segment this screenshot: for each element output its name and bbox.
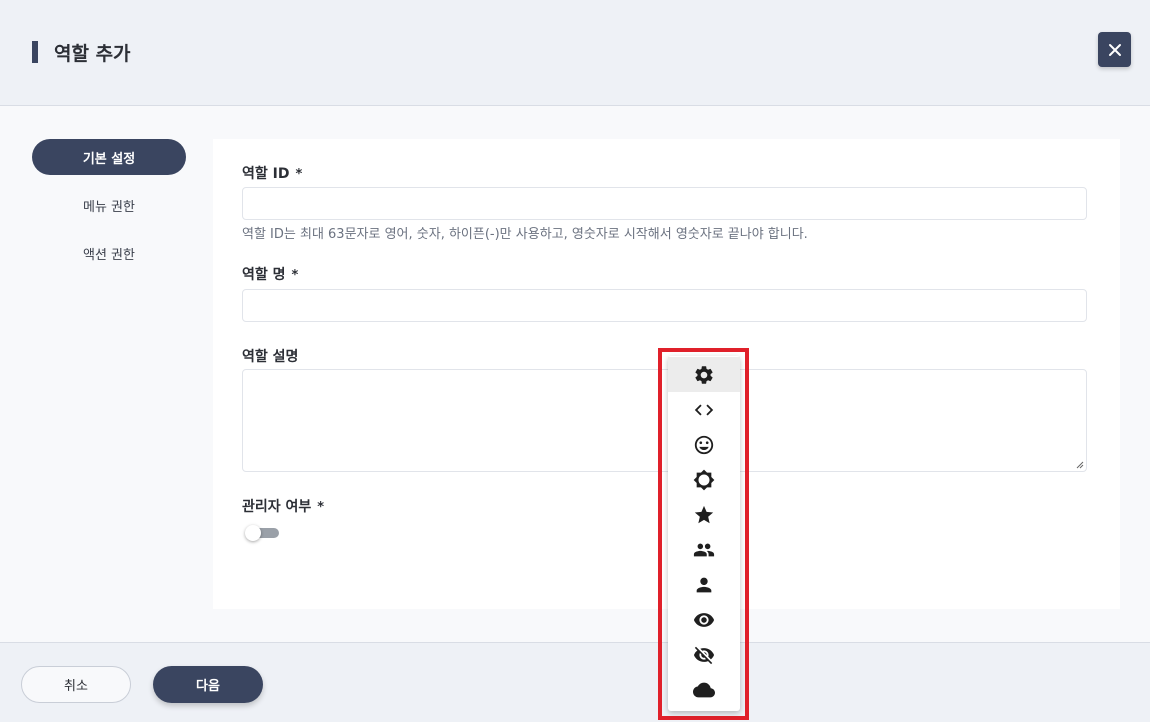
icon-option-brightness[interactable] bbox=[668, 462, 740, 497]
cloud-icon bbox=[693, 682, 715, 697]
role-id-label-text: 역할 ID bbox=[242, 166, 290, 182]
is-admin-label: 관리자 여부 * bbox=[242, 496, 324, 516]
icon-option-person[interactable] bbox=[668, 567, 740, 602]
cancel-button[interactable]: 취소 bbox=[21, 666, 131, 703]
is-admin-toggle[interactable] bbox=[245, 525, 279, 541]
icon-option-settings[interactable] bbox=[668, 357, 740, 392]
close-icon bbox=[1108, 43, 1121, 56]
icon-option-cloud[interactable] bbox=[668, 672, 740, 707]
icon-option-group[interactable] bbox=[668, 532, 740, 567]
role-id-label: 역할 ID * bbox=[242, 163, 302, 183]
code-icon bbox=[694, 404, 714, 415]
nav-item-action-permission[interactable]: 액션 권한 bbox=[32, 235, 186, 271]
next-button[interactable]: 다음 bbox=[153, 666, 263, 703]
modal-header: 역할 추가 bbox=[0, 0, 1150, 106]
role-id-hint: 역할 ID는 최대 63문자로 영어, 숫자, 하이픈(-)만 사용하고, 영숫… bbox=[242, 227, 808, 242]
icon-option-eye-off[interactable] bbox=[668, 637, 740, 672]
role-desc-label: 역할 설명 bbox=[242, 346, 298, 366]
page-title: 역할 추가 bbox=[54, 43, 131, 65]
resize-grip-icon[interactable] bbox=[1076, 461, 1084, 469]
role-name-input[interactable] bbox=[242, 289, 1087, 322]
nav-item-basic-settings[interactable]: 기본 설정 bbox=[32, 139, 186, 175]
required-mark: * bbox=[317, 500, 325, 515]
close-button[interactable] bbox=[1098, 32, 1131, 67]
role-name-label: 역할 명 * bbox=[242, 264, 298, 284]
eye-icon bbox=[693, 612, 715, 627]
is-admin-label-text: 관리자 여부 bbox=[242, 499, 312, 515]
group-icon bbox=[693, 543, 715, 556]
nav-item-menu-permission[interactable]: 메뉴 권한 bbox=[32, 187, 186, 223]
eye-off-icon bbox=[693, 646, 715, 664]
modal-footer: 취소 다음 bbox=[0, 642, 1150, 722]
settings-icon bbox=[695, 365, 713, 384]
brightness-icon bbox=[693, 469, 715, 490]
star-icon bbox=[694, 505, 714, 523]
person-icon bbox=[696, 577, 712, 592]
icon-option-smiley[interactable] bbox=[668, 427, 740, 462]
icon-option-star[interactable] bbox=[668, 497, 740, 532]
smiley-icon bbox=[694, 435, 714, 454]
role-id-input[interactable] bbox=[242, 187, 1087, 220]
required-mark: * bbox=[291, 268, 299, 283]
required-mark: * bbox=[295, 167, 303, 182]
toggle-knob bbox=[245, 525, 261, 541]
icon-picker bbox=[668, 356, 740, 711]
icon-option-eye[interactable] bbox=[668, 602, 740, 637]
icon-option-code[interactable] bbox=[668, 392, 740, 427]
side-nav: 기본 설정 메뉴 권한 액션 권한 bbox=[32, 139, 186, 283]
role-name-label-text: 역할 명 bbox=[242, 267, 286, 283]
role-desc-label-text: 역할 설명 bbox=[242, 349, 299, 365]
title-accent-bar bbox=[32, 41, 38, 63]
